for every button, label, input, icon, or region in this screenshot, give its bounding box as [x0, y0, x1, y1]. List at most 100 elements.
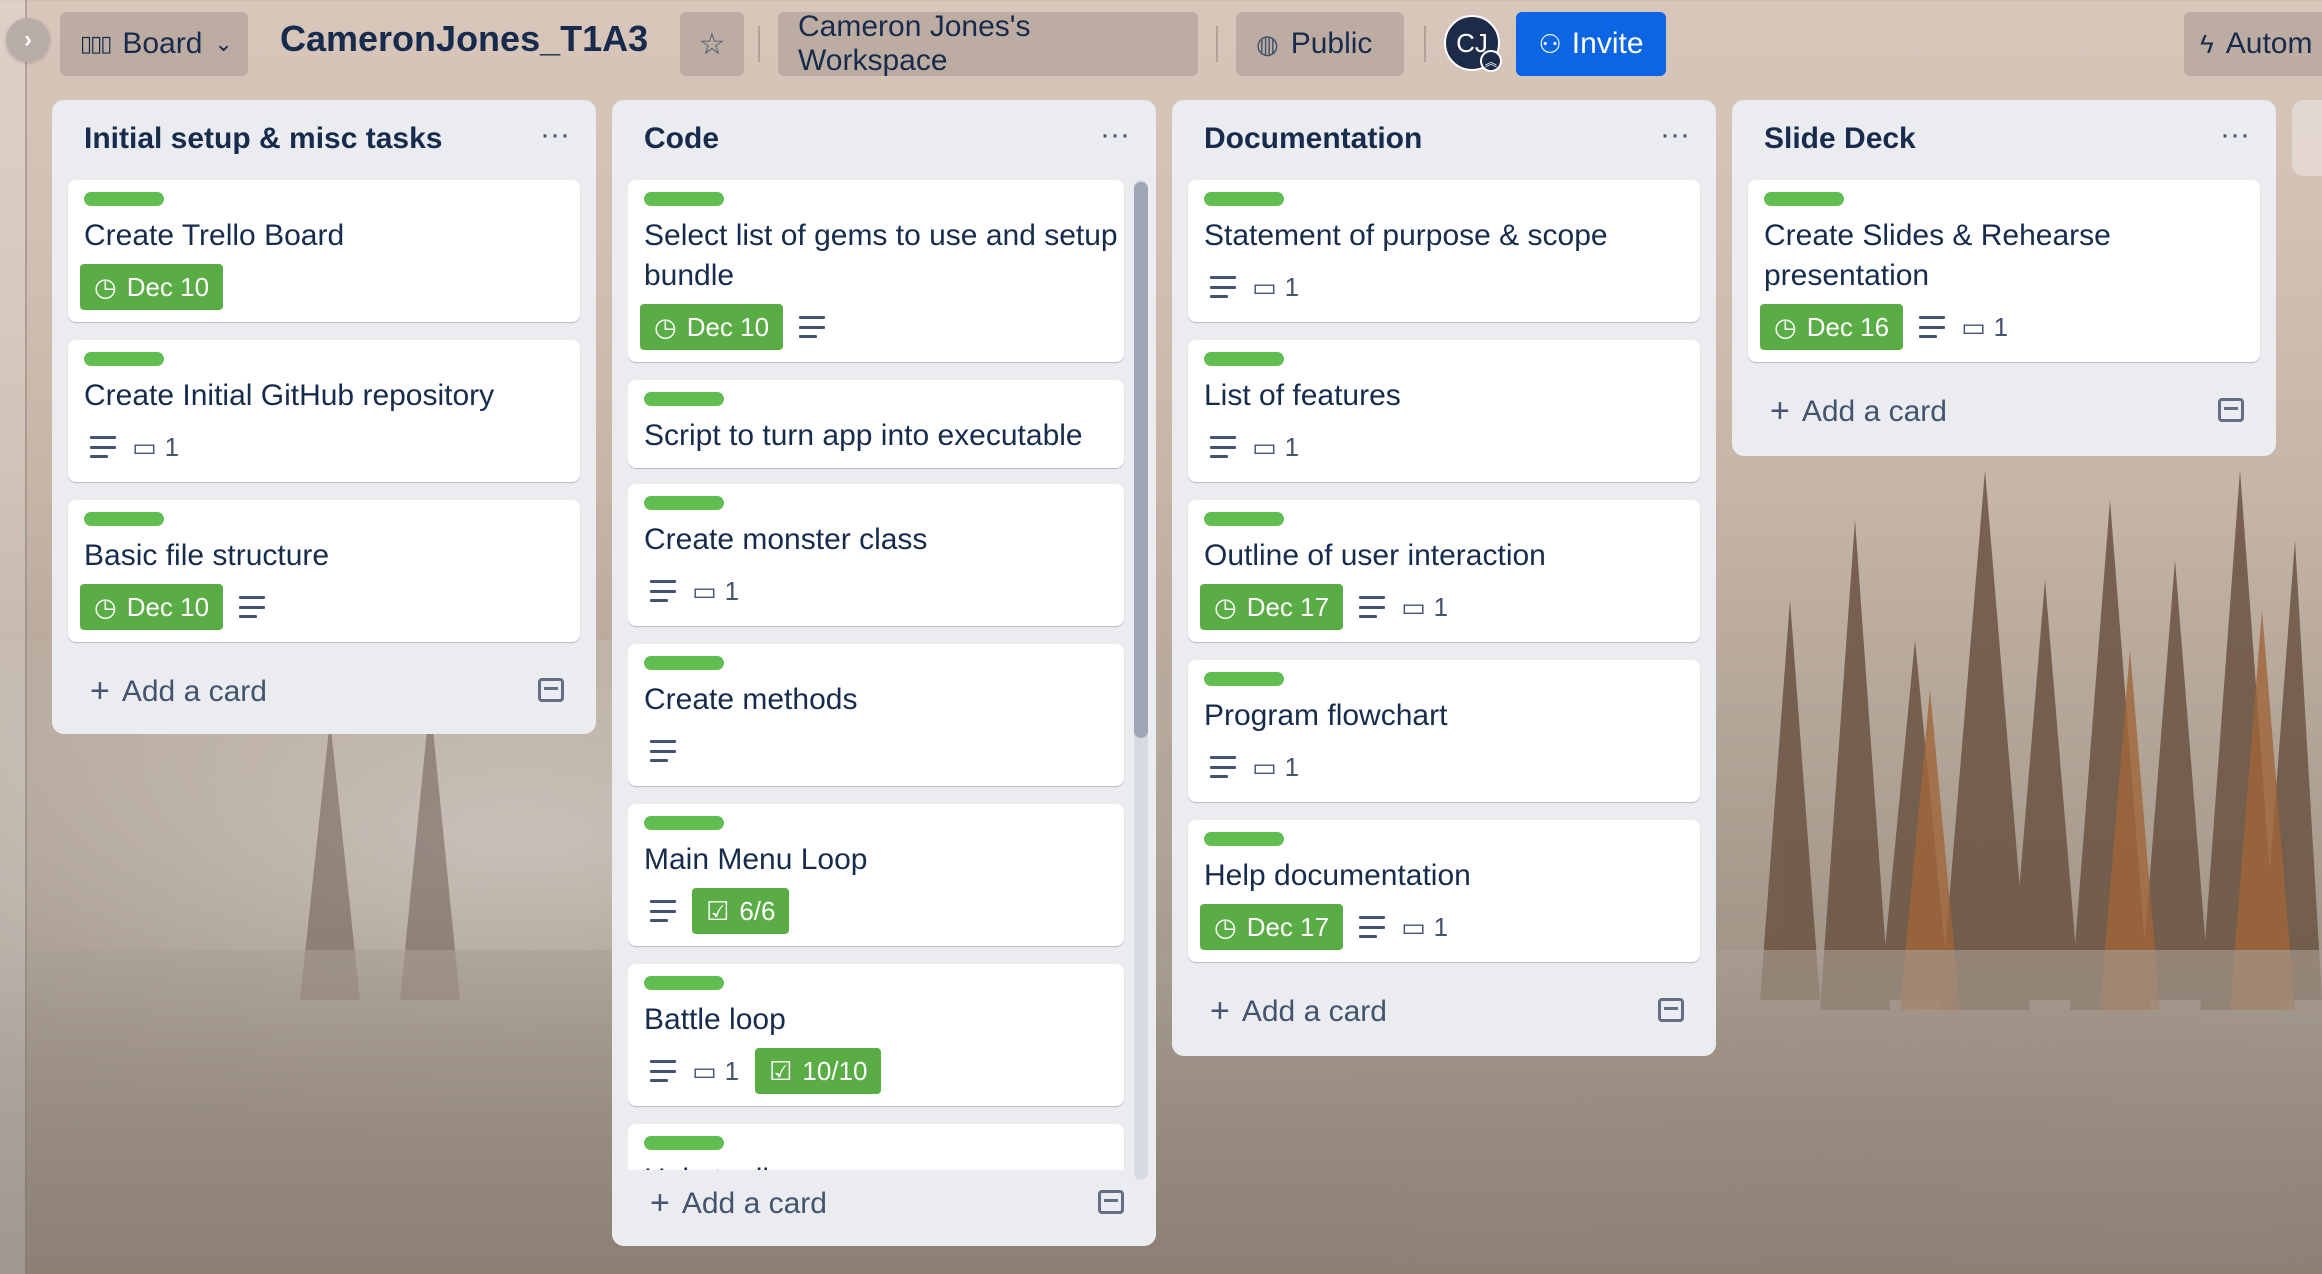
clock-icon: ◷	[94, 591, 117, 622]
due-date-badge[interactable]: ◷ Dec 10	[80, 584, 224, 630]
comment-count: 1	[724, 575, 740, 606]
add-card-button[interactable]: + Add a card	[650, 1184, 827, 1223]
comment-badge: ▭ 1	[1961, 312, 2008, 343]
comment-count: 1	[1993, 311, 2009, 342]
card-badges: ▭ 1 ☑ 10/10	[650, 1048, 882, 1094]
card-badges: ◷ Dec 17 ▭ 1	[1200, 584, 1448, 630]
add-card-label: Add a card	[1801, 394, 1947, 428]
list-menu-icon[interactable]: ···	[1100, 118, 1130, 152]
list-menu-icon[interactable]: ···	[1660, 118, 1690, 152]
card-title: Help documentation	[1204, 859, 1471, 892]
automation-label: Autom	[2225, 27, 2313, 60]
due-date-badge[interactable]: ◷ Dec 17	[1200, 904, 1344, 950]
add-card-button[interactable]: + Add a card	[1770, 392, 1947, 431]
due-date: Dec 10	[126, 271, 210, 302]
list-title[interactable]: Code	[644, 122, 719, 156]
card-badges: ▭ 1	[90, 424, 179, 470]
card-badges: ◷ Dec 16 ▭ 1	[1760, 304, 2008, 350]
card[interactable]: Create Slides & Rehearse presentation ◷ …	[1748, 180, 2260, 362]
comment-badge: ▭ 1	[1401, 912, 1448, 943]
card-template-icon[interactable]	[1658, 998, 1684, 1022]
card[interactable]: Select list of gems to use and setup bun…	[628, 180, 1124, 362]
star-board-button[interactable]: ☆	[680, 12, 744, 76]
comment-count: 1	[1433, 591, 1449, 622]
list-menu-icon[interactable]: ···	[2220, 118, 2250, 152]
description-icon	[650, 740, 676, 762]
due-date-badge[interactable]: ◷ Dec 17	[1200, 584, 1344, 630]
list-menu-icon[interactable]: ···	[540, 118, 570, 152]
star-icon: ☆	[698, 27, 726, 61]
board-view-switcher[interactable]: ▯▯▯ Board ⌄	[60, 12, 248, 76]
card[interactable]: Create methods	[628, 644, 1124, 786]
comment-badge: ▭ 1	[132, 432, 179, 463]
comment-count: 1	[164, 431, 180, 462]
description-icon	[650, 900, 676, 922]
comment-count: 1	[1284, 751, 1300, 782]
background-lake	[0, 950, 2322, 1274]
due-date-badge[interactable]: ◷ Dec 10	[640, 304, 784, 350]
card-template-icon[interactable]	[538, 678, 564, 702]
add-card-label: Add a card	[681, 1186, 827, 1220]
card-badges	[650, 728, 676, 774]
card[interactable]: Outline of user interaction ◷ Dec 17 ▭ 1	[1188, 500, 1700, 642]
card-badges: ▭ 1	[650, 568, 739, 614]
card[interactable]: Main Menu Loop ☑ 6/6	[628, 804, 1124, 946]
card-title: Help toolbar	[644, 1160, 806, 1170]
list-title[interactable]: Initial setup & misc tasks	[84, 122, 442, 156]
green-label	[644, 656, 724, 670]
card[interactable]: List of features ▭ 1	[1188, 340, 1700, 482]
workspace-button[interactable]: Cameron Jones's Workspace	[778, 10, 1198, 77]
due-date-badge[interactable]: ◷ Dec 10	[80, 264, 224, 310]
comment-icon: ▭	[692, 1055, 717, 1086]
card[interactable]: Script to turn app into executable	[628, 380, 1124, 468]
comment-count: 1	[724, 1055, 740, 1086]
list-title[interactable]: Documentation	[1204, 122, 1422, 156]
add-card-button[interactable]: + Add a card	[90, 672, 267, 711]
checkbox-icon: ☑	[769, 1055, 793, 1086]
board-title[interactable]: CameronJones_T1A3	[280, 18, 648, 60]
card[interactable]: Create Trello Board ◷ Dec 10	[68, 180, 580, 322]
card[interactable]: Statement of purpose & scope ▭ 1	[1188, 180, 1700, 322]
comment-icon: ▭	[692, 575, 717, 606]
card[interactable]: Battle loop ▭ 1 ☑ 10/10	[628, 964, 1124, 1106]
add-list-stub[interactable]	[2292, 100, 2322, 176]
card[interactable]: Help toolbar	[628, 1124, 1124, 1170]
header-divider	[1216, 26, 1218, 62]
card[interactable]: Basic file structure ◷ Dec 10	[68, 500, 580, 642]
admin-chevron-icon: ︽	[1480, 50, 1502, 72]
comment-count: 1	[1284, 271, 1300, 302]
card[interactable]: Help documentation ◷ Dec 17 ▭ 1	[1188, 820, 1700, 962]
add-card-button[interactable]: + Add a card	[1210, 992, 1387, 1031]
card-template-icon[interactable]	[2218, 398, 2244, 422]
card-title: List of features	[1204, 379, 1401, 412]
description-icon	[239, 596, 266, 618]
description-icon	[1359, 916, 1386, 938]
invite-button[interactable]: ⚇ Invite	[1516, 12, 1666, 76]
green-label	[1204, 672, 1284, 686]
comment-icon: ▭	[1961, 311, 1986, 342]
workspace-label: Cameron Jones's Workspace	[798, 10, 1031, 77]
card-title: Battle loop	[644, 1003, 786, 1036]
card-title: Create Initial GitHub repository	[84, 379, 495, 412]
list-title[interactable]: Slide Deck	[1764, 122, 1916, 156]
card-template-icon[interactable]	[1098, 1190, 1124, 1214]
green-label	[84, 192, 164, 206]
description-icon	[650, 580, 676, 602]
globe-icon: ◍	[1256, 28, 1279, 59]
card[interactable]: Program flowchart ▭ 1	[1188, 660, 1700, 802]
due-date-badge[interactable]: ◷ Dec 16	[1760, 304, 1904, 350]
card-list-viewport: Select list of gems to use and setup bun…	[628, 180, 1128, 1170]
green-label	[1204, 352, 1284, 366]
green-label	[644, 496, 724, 510]
list-scroll-thumb[interactable]	[1134, 182, 1148, 738]
checklist-badge: ☑ 10/10	[755, 1048, 882, 1094]
description-icon	[1359, 596, 1386, 618]
card[interactable]: Create Initial GitHub repository ▭ 1	[68, 340, 580, 482]
add-person-icon: ⚇	[1538, 28, 1562, 59]
card[interactable]: Create monster class ▭ 1	[628, 484, 1124, 626]
automation-button[interactable]: ϟ Autom	[2184, 12, 2322, 76]
comment-icon: ▭	[1401, 591, 1426, 622]
visibility-label: Public	[1290, 27, 1373, 60]
expand-sidebar-button[interactable]: ›	[6, 18, 50, 62]
visibility-button[interactable]: ◍ Public	[1236, 12, 1404, 76]
